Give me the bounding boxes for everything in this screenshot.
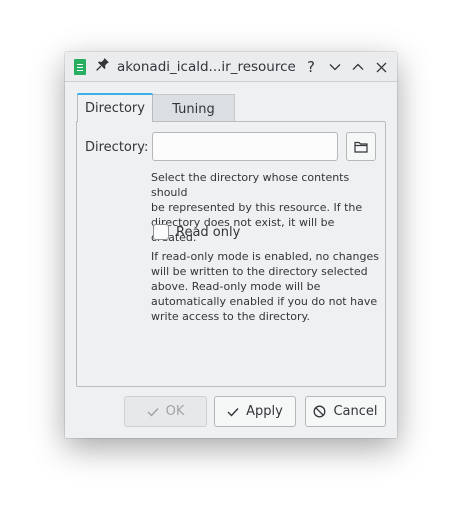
- tab-tuning[interactable]: Tuning: [153, 94, 235, 122]
- check-icon: [147, 407, 159, 417]
- screen: akonadi_icald...ir_resource_4 ? Director…: [0, 0, 462, 516]
- dialog-window: akonadi_icald...ir_resource_4 ? Director…: [65, 52, 397, 438]
- pin-icon-glyph: [96, 58, 109, 71]
- help-icon[interactable]: ?: [301, 57, 321, 77]
- app-icon: [74, 59, 86, 75]
- minimize-icon[interactable]: [325, 57, 345, 77]
- directory-label: Directory:: [85, 140, 149, 155]
- apply-button-label: Apply: [246, 404, 283, 419]
- ok-button-label: OK: [165, 404, 185, 419]
- browse-directory-button[interactable]: [346, 132, 376, 161]
- pin-icon[interactable]: [95, 57, 111, 75]
- read-only-help-text: If read-only mode is enabled, no changes…: [151, 250, 379, 323]
- directory-input[interactable]: [152, 132, 338, 161]
- read-only-checkbox[interactable]: [153, 224, 169, 240]
- read-only-label[interactable]: Read only: [176, 225, 240, 240]
- tab-directory[interactable]: Directory: [77, 93, 153, 122]
- apply-button[interactable]: Apply: [214, 396, 296, 427]
- title-bar[interactable]: akonadi_icald...ir_resource_4 ?: [65, 52, 397, 82]
- folder-icon: [354, 141, 368, 153]
- cancel-button[interactable]: Cancel: [305, 396, 386, 427]
- ok-button[interactable]: OK: [124, 396, 207, 427]
- close-icon[interactable]: [371, 57, 391, 77]
- check-icon: [227, 407, 239, 417]
- cancel-icon: [313, 405, 326, 418]
- read-only-checkbox-row[interactable]: Read only: [153, 222, 240, 242]
- window-title: akonadi_icald...ir_resource_4: [117, 59, 295, 75]
- cancel-button-label: Cancel: [333, 404, 378, 419]
- maximize-icon[interactable]: [348, 57, 368, 77]
